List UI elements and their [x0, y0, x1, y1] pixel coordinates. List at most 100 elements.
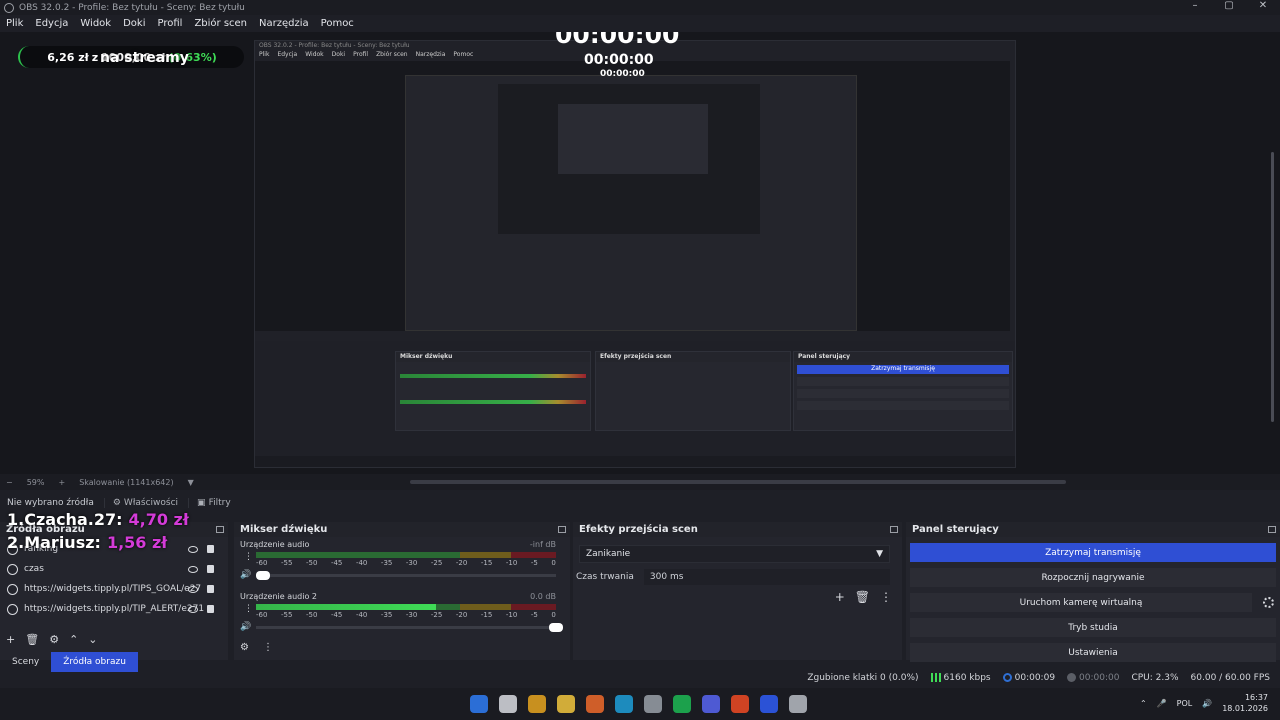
virtual-camera-button[interactable]: Uruchom kamerę wirtualną — [910, 593, 1274, 612]
timer-overlay-nested-2: 00:00:00 — [600, 69, 645, 79]
scaling-label: Skalowanie (1141x642) — [79, 477, 174, 487]
nested-button — [797, 401, 1009, 410]
nested-stream-button: Zatrzymaj transmisję — [797, 365, 1009, 374]
folder-icon[interactable] — [557, 695, 575, 713]
move-down-button[interactable]: ⌄ — [88, 633, 97, 646]
gear-icon[interactable] — [1263, 597, 1274, 608]
properties-button[interactable]: ⚙ Właściwości — [103, 498, 178, 508]
preview-canvas[interactable]: OBS 32.0.2 - Profile: Bez tytułu - Sceny… — [0, 32, 1280, 474]
firefox-icon[interactable] — [586, 695, 604, 713]
move-up-button[interactable]: ⌃ — [69, 633, 78, 646]
scaling-dropdown-icon[interactable]: ▼ — [188, 478, 194, 487]
add-source-button[interactable]: + — [6, 633, 15, 646]
lock-icon[interactable] — [207, 605, 214, 613]
undock-icon[interactable] — [558, 526, 566, 533]
edge-icon[interactable] — [615, 695, 633, 713]
source-item[interactable]: https://widgets.tipply.pl/TIP_ALERT/e271 — [0, 599, 228, 619]
lock-icon[interactable] — [207, 565, 214, 573]
transition-menu-icon[interactable]: ⋮ — [880, 590, 892, 604]
volume-slider[interactable] — [256, 623, 563, 632]
zoom-out-button[interactable]: − — [6, 478, 13, 487]
speaker-icon[interactable]: 🔊 — [1202, 699, 1212, 708]
meter-tick-label: -10 — [505, 611, 518, 619]
lock-icon[interactable] — [207, 585, 214, 593]
start-icon[interactable] — [470, 695, 488, 713]
minimize-button[interactable]: – — [1178, 0, 1212, 11]
meter-tick-label: 0 — [551, 611, 556, 619]
volume-slider[interactable] — [256, 571, 556, 580]
mixer-panel: Mikser dźwięku Urządzenie audio -inf dB … — [234, 522, 570, 660]
undock-icon[interactable] — [1268, 526, 1276, 533]
discord-icon[interactable] — [702, 695, 720, 713]
start-recording-button[interactable]: Rozpocznij nagrywanie — [910, 568, 1276, 587]
menu-view[interactable]: Widok — [80, 18, 111, 29]
meter-tick-label: -20 — [455, 559, 468, 567]
search-icon[interactable] — [499, 695, 517, 713]
filters-button[interactable]: ▣ Filtry — [188, 498, 231, 508]
meter-tick-label: -15 — [480, 611, 493, 619]
menu-edit[interactable]: Edycja — [35, 18, 68, 29]
dropped-frames: Zgubione klatki 0 (0.0%) — [807, 673, 919, 683]
channel-menu-icon[interactable]: ⋮ — [244, 604, 253, 614]
menu-scene-collection[interactable]: Zbiór scen — [194, 18, 247, 29]
advanced-audio-icon[interactable]: ⚙ — [240, 642, 249, 653]
menu-docks[interactable]: Doki — [123, 18, 145, 29]
microphone-icon[interactable]: 🎤 — [1157, 699, 1167, 708]
zoom-in-button[interactable]: + — [58, 478, 65, 487]
visibility-eye-icon[interactable] — [188, 545, 198, 553]
chevron-up-icon[interactable]: ⌃ — [1140, 699, 1147, 708]
menu-tools[interactable]: Narzędzia — [259, 18, 309, 29]
duration-label: Czas trwania — [576, 572, 634, 582]
preview-vertical-scrollbar[interactable] — [1271, 152, 1274, 422]
mixer-menu-icon[interactable]: ⋮ — [263, 642, 273, 653]
sources-toolbar: + 🗑 ⚙ ⌃ ⌄ — [0, 630, 98, 648]
lock-icon[interactable] — [207, 545, 214, 553]
menu-file[interactable]: Plik — [6, 18, 23, 29]
visibility-eye-icon[interactable] — [188, 565, 198, 573]
visibility-eye-icon[interactable] — [188, 605, 198, 613]
maximize-button[interactable]: ▢ — [1212, 0, 1246, 11]
settings-button[interactable]: Ustawienia — [910, 643, 1276, 662]
preview-horizontal-scrollbar[interactable] — [410, 480, 1066, 484]
source-item[interactable]: czas — [0, 559, 228, 579]
spotify-icon[interactable] — [673, 695, 691, 713]
live-icon — [1002, 673, 1012, 682]
add-transition-button[interactable]: + — [835, 590, 845, 604]
speaker-icon[interactable]: 🔊 — [240, 622, 251, 632]
source-name: https://widgets.tipply.pl/TIPS_GOAL/e27 — [24, 584, 202, 594]
meter-tick-label: -50 — [305, 559, 318, 567]
shield-icon[interactable] — [644, 695, 662, 713]
obs-icon[interactable] — [789, 695, 807, 713]
nested-menu-item: Narzędzia — [415, 51, 446, 58]
speaker-icon[interactable]: 🔊 — [240, 570, 251, 580]
language-indicator[interactable]: POL — [1177, 699, 1193, 708]
channel-menu-icon[interactable]: ⋮ — [244, 552, 253, 562]
volume-knob[interactable] — [549, 623, 563, 632]
menu-profile[interactable]: Profil — [157, 18, 182, 29]
chrome-icon[interactable] — [528, 695, 546, 713]
clock[interactable]: 16:37 18.01.2026 — [1222, 692, 1268, 714]
duration-input[interactable]: 300 ms — [643, 569, 890, 585]
brave-icon[interactable] — [731, 695, 749, 713]
meter-tick-label: -50 — [305, 611, 318, 619]
volume-knob[interactable] — [256, 571, 270, 580]
stop-stream-button[interactable]: Zatrzymaj transmisję — [910, 543, 1276, 562]
menu-help[interactable]: Pomoc — [321, 18, 354, 29]
studio-mode-button[interactable]: Tryb studia — [910, 618, 1276, 637]
remove-transition-button[interactable]: 🗑 — [855, 590, 870, 604]
controls-title: Panel sterujący — [912, 524, 999, 535]
filters-label: Filtry — [208, 498, 231, 508]
nested-menu-item: Plik — [259, 51, 270, 58]
nested-meter — [400, 400, 586, 404]
visibility-eye-icon[interactable] — [188, 585, 198, 593]
transition-select[interactable]: Zanikanie ▼ — [579, 545, 890, 563]
undock-icon[interactable] — [890, 526, 898, 533]
close-button[interactable]: ✕ — [1246, 0, 1280, 11]
remove-source-button[interactable]: 🗑 — [25, 633, 39, 646]
source-item[interactable]: https://widgets.tipply.pl/TIPS_GOAL/e27 — [0, 579, 228, 599]
source-properties-button[interactable]: ⚙ — [49, 633, 59, 646]
app-icon[interactable] — [760, 695, 778, 713]
goal-of: z — [91, 50, 99, 64]
nested-preview — [255, 61, 1010, 331]
undock-icon[interactable] — [216, 526, 224, 533]
